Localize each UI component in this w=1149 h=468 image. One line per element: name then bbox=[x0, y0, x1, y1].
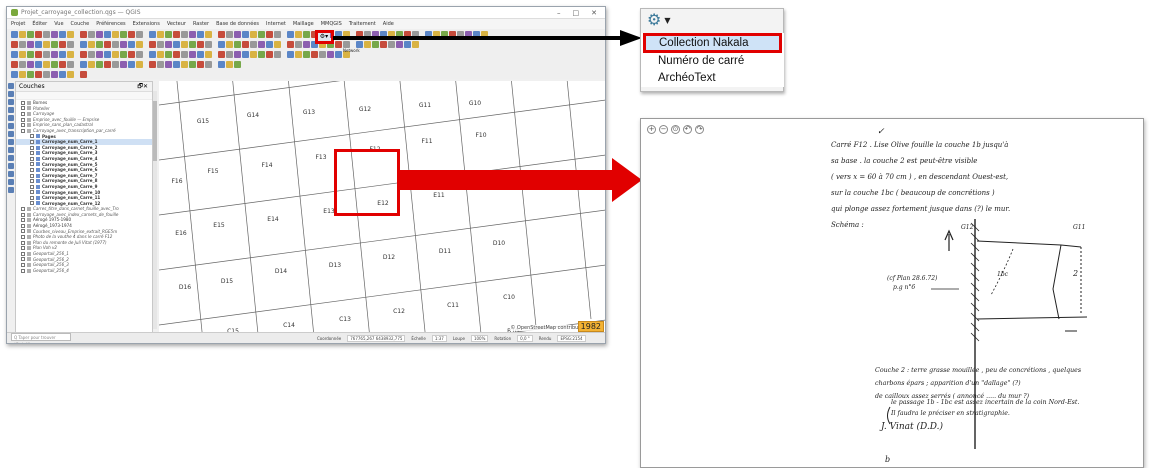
gear-icon[interactable]: ⚙ bbox=[647, 12, 661, 28]
sketch-ref-plan: (cf Plan 28.6.72) bbox=[887, 275, 938, 282]
excavation-sketch bbox=[887, 219, 1088, 449]
chevron-down-icon[interactable]: ▼ bbox=[664, 16, 670, 25]
arrow-to-document bbox=[397, 158, 642, 202]
document-viewer: + − ⊙ ↶ ↷ ✓ Carré F12 . Lise Olive fouille l… bbox=[640, 118, 1144, 468]
sketch-label-g12: G12 bbox=[961, 224, 974, 231]
sketch-label-2: 2 bbox=[1073, 269, 1079, 278]
dropdown-header[interactable]: ⚙ ▼ bbox=[641, 9, 783, 31]
dropdown-menu: Collection Nakala Numéro de carré ArchéoTe… bbox=[641, 33, 784, 87]
menu-item-collection-nakala[interactable]: Collection Nakala bbox=[643, 33, 782, 53]
sketch-label-1bc: 1bc bbox=[997, 271, 1009, 278]
sketch-ref-page: p.g n°6 bbox=[893, 284, 916, 291]
menu-item-num-ro-de-carr-[interactable]: Numéro de carré bbox=[641, 53, 784, 70]
signature: J. Vinat (D.D.) bbox=[881, 422, 944, 432]
sketch-label-g11: G11 bbox=[1073, 224, 1086, 231]
page-corner-mark: b bbox=[885, 455, 891, 464]
menu-item-arch-otext[interactable]: ArchéoText bbox=[641, 70, 784, 87]
plugin-dropdown: ⚙ ▼ Collection Nakala Numéro de carré Arch… bbox=[640, 8, 784, 92]
arrow-to-dropdown bbox=[333, 30, 642, 46]
